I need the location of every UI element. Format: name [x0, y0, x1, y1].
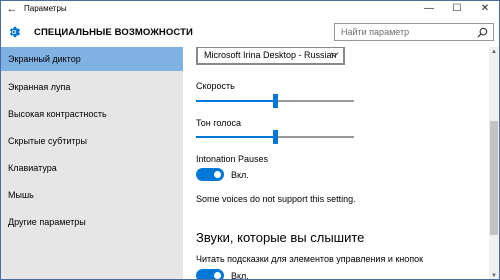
hints-toggle[interactable]: [196, 269, 224, 279]
slider-track-empty: [278, 100, 354, 102]
minimize-button[interactable]: —: [415, 1, 443, 17]
sidebar-item-keyboard[interactable]: Клавиатура: [1, 156, 183, 180]
section-title: СПЕЦИАЛЬНЫЕ ВОЗМОЖНОСТИ: [34, 27, 193, 38]
slider-thumb[interactable]: [273, 130, 278, 144]
voice-select-value: Microsoft Irina Desktop - Russian: [204, 50, 337, 60]
speed-label: Скорость: [196, 81, 235, 91]
title-bar: ← Параметры — ☐ ✕: [1, 1, 499, 17]
chevron-down-icon: [330, 52, 339, 58]
search-input[interactable]: [335, 24, 473, 40]
voice-support-note: Some voices do not support this setting.: [196, 194, 356, 204]
content-pane: Microsoft Irina Desktop - Russian Скорос…: [183, 47, 489, 280]
sidebar-item-mouse[interactable]: Мышь: [1, 183, 183, 207]
scroll-down-icon[interactable]: ▼: [489, 271, 499, 279]
toggle-knob: [214, 171, 221, 178]
sidebar-item-other-options[interactable]: Другие параметры: [1, 210, 183, 234]
scrollbar-thumb[interactable]: [490, 121, 498, 235]
page-header: СПЕЦИАЛЬНЫЕ ВОЗМОЖНОСТИ: [1, 17, 499, 47]
slider-track-filled: [196, 136, 273, 138]
window-title: Параметры: [24, 4, 67, 13]
vertical-scrollbar[interactable]: ▲ ▼: [489, 47, 499, 279]
search-box[interactable]: [334, 23, 494, 41]
settings-window: ← Параметры — ☐ ✕ СПЕЦИАЛЬНЫЕ ВОЗМОЖНОСТ…: [0, 0, 500, 280]
sidebar-item-magnifier[interactable]: Экранная лупа: [1, 75, 183, 99]
back-arrow-icon[interactable]: ←: [4, 2, 20, 16]
sidebar: Экранный диктор Экранная лупа Высокая ко…: [1, 47, 183, 279]
pitch-slider[interactable]: [196, 130, 354, 144]
speed-slider[interactable]: [196, 94, 354, 108]
toggle-knob: [214, 272, 221, 279]
sounds-heading: Звуки, которые вы слышите: [196, 230, 365, 245]
sidebar-item-narrator[interactable]: Экранный диктор: [1, 47, 183, 71]
slider-track-filled: [196, 100, 273, 102]
sidebar-item-high-contrast[interactable]: Высокая контрастность: [1, 102, 183, 126]
intonation-label: Intonation Pauses: [196, 154, 269, 164]
hints-label: Читать подсказки для элементов управлени…: [196, 254, 424, 264]
slider-thumb[interactable]: [273, 94, 278, 108]
slider-track-empty: [278, 136, 354, 138]
maximize-button[interactable]: ☐: [443, 1, 471, 17]
pitch-label: Тон голоса: [196, 118, 242, 128]
search-icon[interactable]: [477, 27, 488, 38]
voice-select[interactable]: Microsoft Irina Desktop - Russian: [196, 47, 345, 65]
gear-icon: [9, 26, 21, 38]
intonation-toggle[interactable]: [196, 168, 224, 181]
intonation-state: Вкл.: [231, 170, 249, 180]
hints-state: Вкл.: [231, 271, 249, 280]
close-button[interactable]: ✕: [471, 1, 499, 17]
sidebar-item-closed-captions[interactable]: Скрытые субтитры: [1, 129, 183, 153]
scroll-up-icon[interactable]: ▲: [489, 47, 499, 57]
